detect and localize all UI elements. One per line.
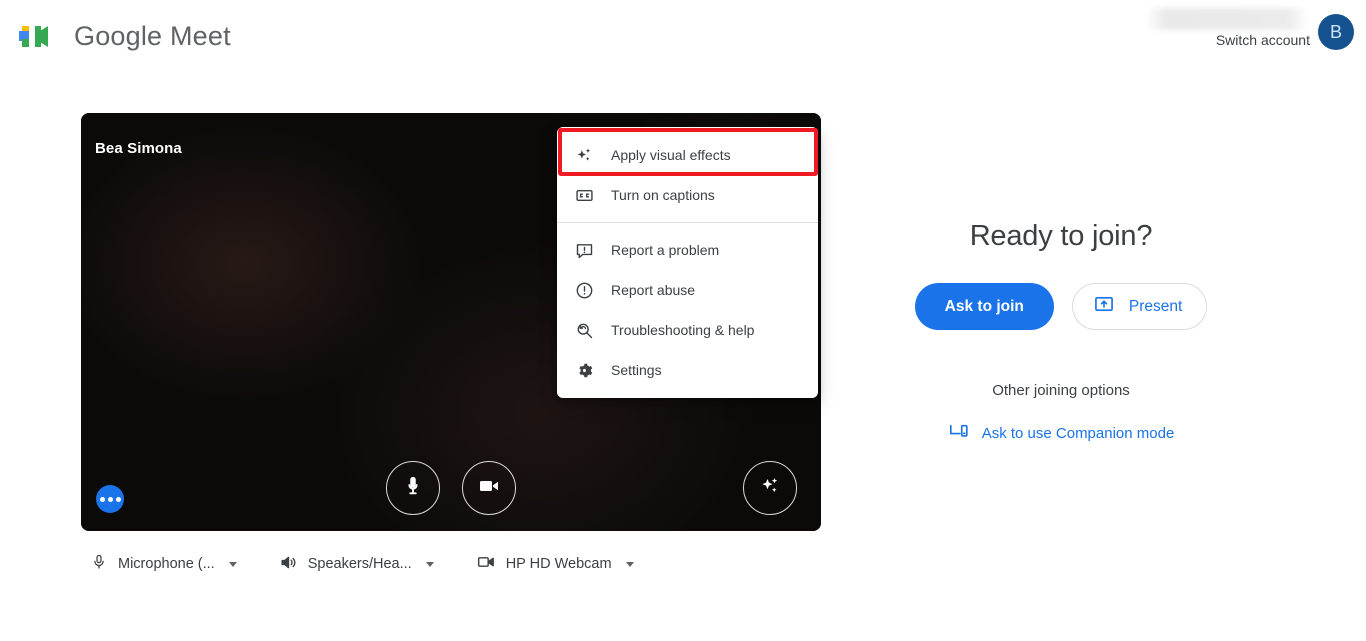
menu-item-label: Report abuse: [611, 282, 696, 298]
page-title: Ready to join?: [969, 220, 1153, 252]
join-panel: Ready to join? Ask to join Present Other…: [856, 220, 1266, 445]
troubleshoot-icon: [573, 319, 595, 341]
redacted-email: [1146, 8, 1308, 30]
microphone-icon: [90, 553, 108, 575]
speaker-icon: [279, 553, 298, 576]
error-circle-icon: [573, 279, 595, 301]
menu-item-label: Settings: [611, 362, 662, 378]
sparkles-icon: [573, 144, 595, 166]
microphone-icon: [402, 475, 424, 502]
microphone-device-selector[interactable]: Microphone (...: [90, 553, 237, 575]
feedback-icon: [573, 239, 595, 261]
chevron-down-icon: [625, 561, 634, 567]
menu-item-troubleshooting-and-help[interactable]: Troubleshooting & help: [557, 310, 818, 350]
video-camera-icon: [477, 474, 501, 503]
menu-item-turn-on-captions[interactable]: Turn on captions: [557, 175, 818, 215]
avatar[interactable]: B: [1318, 14, 1354, 50]
menu-divider: [557, 222, 818, 223]
video-controls: [81, 461, 821, 515]
video-camera-icon: [476, 552, 496, 576]
speaker-device-selector[interactable]: Speakers/Hea...: [279, 553, 434, 576]
menu-item-label: Apply visual effects: [611, 147, 731, 163]
menu-item-settings[interactable]: Settings: [557, 350, 818, 390]
google-meet-logo: [18, 18, 60, 54]
microphone-toggle[interactable]: [386, 461, 440, 515]
menu-item-report-a-problem[interactable]: Report a problem: [557, 230, 818, 270]
self-name-label: Bea Simona: [95, 140, 182, 157]
brand: Google Meet: [18, 18, 231, 54]
camera-toggle[interactable]: [462, 461, 516, 515]
join-button-row: Ask to join Present: [914, 283, 1208, 330]
companion-mode-link[interactable]: Ask to use Companion mode: [948, 421, 1175, 445]
present-button-label: Present: [1128, 297, 1183, 315]
menu-item-report-abuse[interactable]: Report abuse: [557, 270, 818, 310]
sparkles-icon: [758, 474, 782, 503]
device-selector-bar: Microphone (... Speakers/Hea... HP HD We…: [90, 552, 634, 576]
google-meet-prejoin-page: Google Meet Switch account B Bea Simona: [0, 0, 1366, 641]
companion-device-icon: [948, 421, 970, 445]
switch-account-link[interactable]: Switch account: [1216, 32, 1310, 48]
device-label: HP HD Webcam: [505, 556, 612, 572]
closed-captions-icon: [573, 184, 595, 206]
companion-mode-label: Ask to use Companion mode: [981, 424, 1175, 442]
ask-to-join-button[interactable]: Ask to join: [914, 283, 1054, 330]
gear-icon: [573, 359, 595, 381]
options-context-menu: Apply visual effects Turn on captions Re…: [557, 127, 818, 398]
camera-device-selector[interactable]: HP HD Webcam: [476, 552, 634, 576]
page-header: Google Meet Switch account B: [0, 0, 1366, 76]
menu-item-label: Troubleshooting & help: [611, 322, 755, 338]
chevron-down-icon: [228, 561, 237, 567]
device-label: Speakers/Hea...: [307, 556, 412, 572]
chevron-down-icon: [425, 561, 434, 567]
visual-effects-button[interactable]: [743, 461, 797, 515]
menu-item-label: Report a problem: [611, 242, 720, 258]
present-button[interactable]: Present: [1071, 283, 1208, 330]
menu-item-label: Turn on captions: [611, 187, 715, 203]
present-screen-icon: [1093, 293, 1115, 320]
device-label: Microphone (...: [118, 556, 215, 572]
other-joining-options-label: Other joining options: [992, 382, 1130, 399]
menu-item-apply-visual-effects[interactable]: Apply visual effects: [557, 135, 818, 175]
account-area: Switch account B: [1116, 0, 1366, 70]
brand-title: Google Meet: [74, 20, 231, 51]
